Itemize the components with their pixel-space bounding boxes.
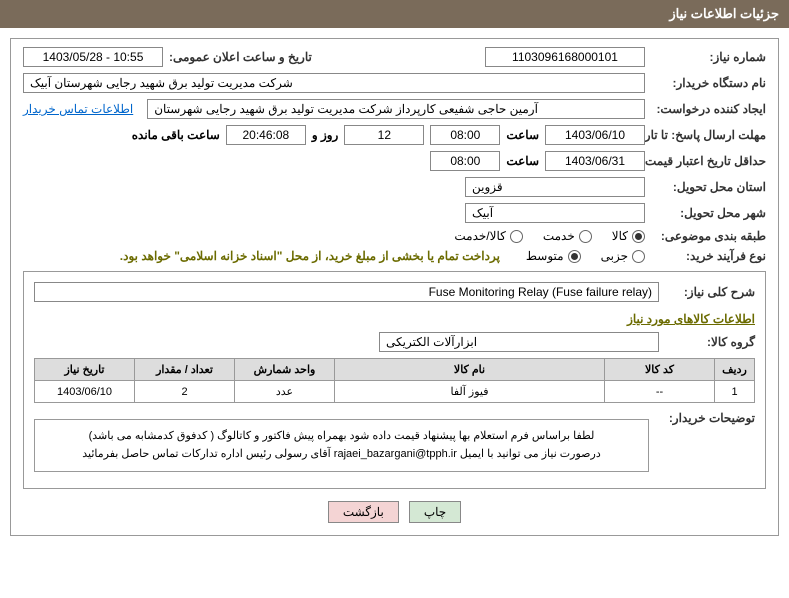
deadline-time: 08:00: [430, 125, 500, 145]
announce-value: 1403/05/28 - 10:55: [23, 47, 163, 67]
back-button[interactable]: بازگشت: [328, 501, 399, 523]
print-button[interactable]: چاپ: [409, 501, 461, 523]
request-number-label: شماره نیاز:: [651, 50, 766, 64]
general-desc-label: شرح کلی نیاز:: [665, 285, 755, 299]
cell-code: --: [605, 381, 715, 403]
radio-medium[interactable]: [568, 250, 581, 263]
radio-goods[interactable]: [632, 230, 645, 243]
page-title: جزئیات اطلاعات نیاز: [0, 0, 789, 28]
buyer-notes-box: لطفا براساس فرم استعلام بها پیشنهاد قیمت…: [34, 419, 649, 472]
deadline-countdown: 20:46:08: [226, 125, 306, 145]
topic-class-radio-group: کالا خدمت کالا/خدمت: [454, 229, 645, 243]
cell-idx: 1: [715, 381, 755, 403]
purchase-type-radio-group: جزبی متوسط: [526, 249, 645, 263]
buyer-notes-label: توضیحات خریدار:: [655, 411, 755, 425]
radio-medium-label: متوسط: [526, 249, 564, 263]
buyer-contact-link[interactable]: اطلاعات تماس خریدار: [23, 102, 133, 116]
radio-partial[interactable]: [632, 250, 645, 263]
purchase-type-label: نوع فرآیند خرید:: [651, 249, 766, 263]
goods-section-head: اطلاعات کالاهای مورد نیاز: [34, 312, 755, 326]
table-row: 1 -- فیوز آلفا عدد 2 1403/06/10: [35, 381, 755, 403]
note-line1: لطفا براساس فرم استعلام بها پیشنهاد قیمت…: [43, 428, 640, 446]
buyer-org-label: نام دستگاه خریدار:: [651, 76, 766, 90]
main-panel: شماره نیاز: 1103096168000101 تاریخ و ساع…: [10, 38, 779, 536]
radio-service-label: خدمت: [543, 229, 575, 243]
cell-unit: عدد: [235, 381, 335, 403]
radio-goods-label: کالا: [612, 229, 628, 243]
goods-group-label: گروه کالا:: [665, 335, 755, 349]
deadline-days-suffix: روز و: [312, 128, 339, 142]
cell-date: 1403/06/10: [35, 381, 135, 403]
goods-group-value: ابزارآلات الکتریکی: [379, 332, 659, 352]
deadline-date: 1403/06/10: [545, 125, 645, 145]
note-line2: درصورت نیاز می توانید با ایمیل rajaei_ba…: [43, 446, 640, 464]
delivery-city-label: شهر محل تحویل:: [651, 206, 766, 220]
note-email: rajaei_bazargani@tpph.ir: [334, 448, 457, 460]
radio-service[interactable]: [579, 230, 592, 243]
radio-partial-label: جزبی: [601, 249, 628, 263]
buyer-org-value: شرکت مدیریت تولید برق شهید رجایی شهرستان…: [23, 73, 645, 93]
delivery-province-value: قزوین: [465, 177, 645, 197]
purchase-type-note: پرداخت تمام یا بخشی از مبلغ خرید، از محل…: [120, 249, 500, 263]
topic-class-label: طبقه بندی موضوعی:: [651, 229, 766, 243]
deadline-label: مهلت ارسال پاسخ: تا تاریخ:: [651, 128, 766, 142]
cell-qty: 2: [135, 381, 235, 403]
th-code: کد کالا: [605, 359, 715, 381]
deadline-countdown-suffix: ساعت باقی مانده: [132, 128, 220, 142]
requester-value: آرمین حاجی شفیعی کارپرداز شرکت مدیریت تو…: [147, 99, 645, 119]
goods-table: ردیف کد کالا نام کالا واحد شمارش تعداد /…: [34, 358, 755, 403]
delivery-city-value: آبیک: [465, 203, 645, 223]
min-validity-time: 08:00: [430, 151, 500, 171]
radio-goods-service-label: کالا/خدمت: [454, 229, 505, 243]
deadline-days: 12: [344, 125, 424, 145]
general-desc-value: Fuse Monitoring Relay (Fuse failure rela…: [34, 282, 659, 302]
radio-goods-service[interactable]: [510, 230, 523, 243]
min-validity-label: حداقل تاریخ اعتبار قیمت: تا تاریخ:: [651, 154, 766, 168]
min-validity-date: 1403/06/31: [545, 151, 645, 171]
announce-label: تاریخ و ساعت اعلان عمومی:: [169, 50, 312, 64]
delivery-province-label: استان محل تحویل:: [651, 180, 766, 194]
th-idx: ردیف: [715, 359, 755, 381]
details-panel: شرح کلی نیاز: Fuse Monitoring Relay (Fus…: [23, 271, 766, 489]
th-date: تاریخ نیاز: [35, 359, 135, 381]
th-qty: تعداد / مقدار: [135, 359, 235, 381]
min-validity-time-label: ساعت: [506, 154, 539, 168]
th-unit: واحد شمارش: [235, 359, 335, 381]
deadline-time-label: ساعت: [506, 128, 539, 142]
requester-label: ایجاد کننده درخواست:: [651, 102, 766, 116]
th-name: نام کالا: [335, 359, 605, 381]
request-number-value: 1103096168000101: [485, 47, 645, 67]
cell-name: فیوز آلفا: [335, 381, 605, 403]
